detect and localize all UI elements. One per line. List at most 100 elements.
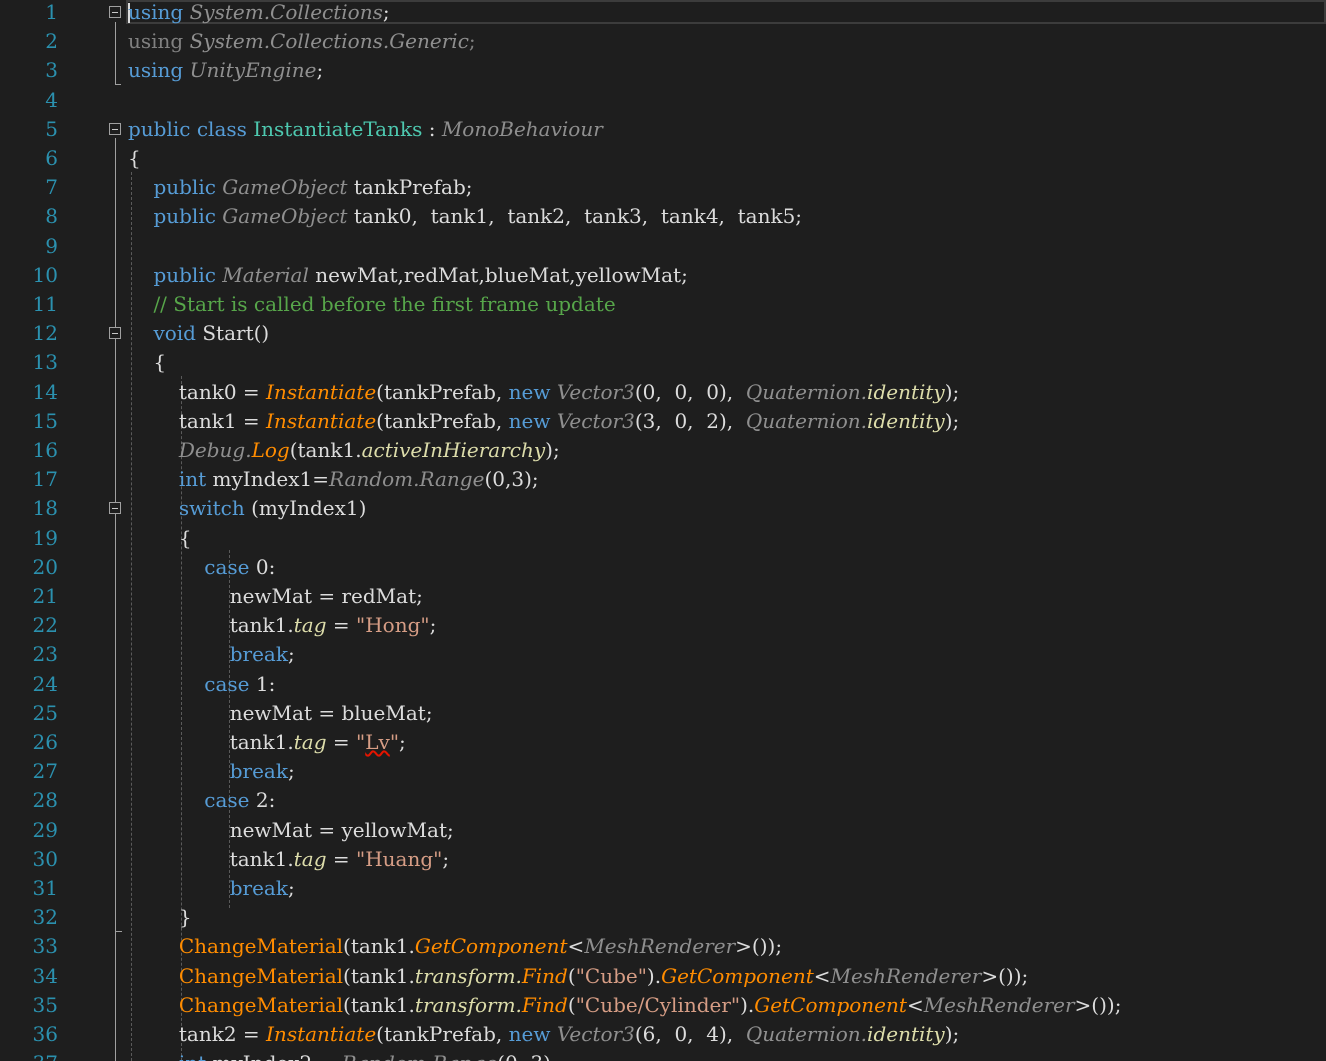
code-token: ; xyxy=(442,846,450,871)
line-number: 27 xyxy=(32,759,58,784)
code-line[interactable]: 1 using System.Collections; xyxy=(0,0,1326,27)
code-line[interactable]: 23 break; xyxy=(0,640,1326,669)
code-token: tank2 = xyxy=(128,1022,267,1046)
code-text: { xyxy=(128,144,141,173)
code-token: (tank1. xyxy=(343,934,415,959)
code-token: int xyxy=(178,467,207,492)
line-number: 1 xyxy=(45,0,58,24)
line-number: 6 xyxy=(45,146,58,170)
code-token: public xyxy=(128,116,191,141)
code-line[interactable]: 27 break; xyxy=(0,757,1326,786)
code-line[interactable]: 29 newMat = yellowMat; xyxy=(0,816,1326,845)
collapse-toggle-icon[interactable] xyxy=(109,502,121,515)
code-token: tank0, tank1, tank2, tank3, tank4, tank5… xyxy=(347,204,803,229)
code-line[interactable]: 5 public class InstantiateTanks : MonoBeh… xyxy=(0,115,1326,144)
line-number: 29 xyxy=(32,817,58,842)
code-token: < xyxy=(567,934,585,959)
code-token: ). xyxy=(646,963,662,988)
code-line[interactable]: 31 break; xyxy=(0,874,1326,903)
code-line[interactable]: 13 { xyxy=(0,348,1326,377)
code-text: break; xyxy=(128,640,295,669)
code-text: ChangeMaterial(tank1.transform.Find("Cub… xyxy=(128,991,1122,1020)
code-token: Find xyxy=(521,963,568,988)
code-token: tank1 = xyxy=(128,408,267,433)
code-line[interactable]: 4 xyxy=(0,86,1326,115)
code-token: Log xyxy=(251,438,290,462)
code-editor[interactable]: 1 using System.Collections; 2 using System.… xyxy=(0,0,1326,1061)
code-token: " xyxy=(389,730,400,754)
code-line[interactable]: 24 case 1: xyxy=(0,670,1326,699)
code-line[interactable]: 36 tank2 = Instantiate(tankPrefab, new V… xyxy=(0,1020,1326,1049)
code-line[interactable]: 6{ xyxy=(0,144,1326,173)
code-line[interactable]: 12 void Start() xyxy=(0,319,1326,348)
code-token: Instantiate xyxy=(266,1022,377,1046)
line-number: 33 xyxy=(32,934,58,959)
code-token: Vector3 xyxy=(556,379,635,404)
code-line[interactable]: 8 public GameObject tank0, tank1, tank2,… xyxy=(0,202,1326,231)
code-token: ; xyxy=(429,613,437,638)
code-line[interactable]: 11 // Start is called before the first f… xyxy=(0,290,1326,319)
code-token: (tankPrefab, xyxy=(376,408,509,433)
code-token: public xyxy=(153,262,216,287)
code-text: public GameObject tank0, tank1, tank2, t… xyxy=(128,202,802,231)
code-line[interactable]: 19 { xyxy=(0,524,1326,553)
code-line[interactable]: 17 int myIndex1=Random.Range(0,3); xyxy=(0,465,1326,494)
line-number: 25 xyxy=(32,700,58,725)
code-line[interactable]: 21 newMat = redMat; xyxy=(0,582,1326,611)
code-token: ). xyxy=(740,992,755,1017)
code-line[interactable]: 7 public GameObject tankPrefab; xyxy=(0,173,1326,202)
line-number: 10 xyxy=(32,262,58,287)
code-line[interactable]: 33 ChangeMaterial(tank1.GetComponent<Mes… xyxy=(0,932,1326,961)
code-token: (tank1. xyxy=(343,992,415,1017)
code-line[interactable]: 28 case 2: xyxy=(0,786,1326,815)
code-line[interactable]: 15 tank1 = Instantiate(tankPrefab, new V… xyxy=(0,407,1326,436)
line-number: 12 xyxy=(32,321,58,346)
code-token: 2: xyxy=(249,788,276,813)
collapse-toggle-icon[interactable] xyxy=(109,6,121,18)
line-number: 32 xyxy=(32,905,58,930)
code-token: new xyxy=(508,408,551,433)
code-token: ); xyxy=(944,379,960,404)
code-line[interactable]: 35 ChangeMaterial(tank1.transform.Find("… xyxy=(0,991,1326,1020)
code-token: " xyxy=(356,730,366,754)
line-number: 24 xyxy=(32,671,58,696)
code-line[interactable]: 9 xyxy=(0,232,1326,261)
code-line[interactable]: 37 int myIndex2 = Random.Range(0, 3); xyxy=(0,1049,1326,1061)
code-line[interactable]: 18 switch (myIndex1) xyxy=(0,494,1326,523)
code-token: myIndex2 = xyxy=(206,1051,342,1061)
code-line[interactable]: 30 tank1.tag = "Huang"; xyxy=(0,845,1326,874)
collapse-toggle-icon[interactable] xyxy=(109,122,121,135)
code-line[interactable]: 25 newMat = blueMat; xyxy=(0,699,1326,728)
code-token: GameObject xyxy=(222,175,348,200)
code-line[interactable]: 20 case 0: xyxy=(0,553,1326,582)
line-number: 23 xyxy=(32,642,58,667)
collapse-toggle-icon[interactable] xyxy=(109,327,121,340)
code-line[interactable]: 34 ChangeMaterial(tank1.transform.Find("… xyxy=(0,962,1326,991)
code-token: GetComponent xyxy=(661,963,814,988)
code-token: newMat = yellowMat; xyxy=(128,817,454,842)
line-number: 15 xyxy=(32,408,58,433)
code-line[interactable]: 3 using UnityEngine; xyxy=(0,56,1326,85)
code-token: ChangeMaterial xyxy=(178,963,344,988)
code-token: Find xyxy=(521,992,568,1017)
code-token: >()); xyxy=(735,934,783,959)
code-line[interactable]: 10 public Material newMat,redMat,blueMat… xyxy=(0,261,1326,290)
line-number: 18 xyxy=(32,496,58,521)
code-line[interactable]: 2 using System.Collections.Generic; xyxy=(0,27,1326,56)
code-text: newMat = yellowMat; xyxy=(128,816,454,845)
code-line[interactable]: 14 tank0 = Instantiate(tankPrefab, new V… xyxy=(0,378,1326,407)
code-token: case xyxy=(204,554,250,579)
code-text: newMat = redMat; xyxy=(128,582,423,611)
code-line[interactable]: 26 tank1.tag = "Lv"; xyxy=(0,728,1326,757)
code-line[interactable]: 22 tank1.tag = "Hong"; xyxy=(0,611,1326,640)
code-line[interactable]: 16 Debug.Log(tank1.activeInHierarchy); xyxy=(0,436,1326,465)
code-line[interactable]: 32 } xyxy=(0,903,1326,932)
